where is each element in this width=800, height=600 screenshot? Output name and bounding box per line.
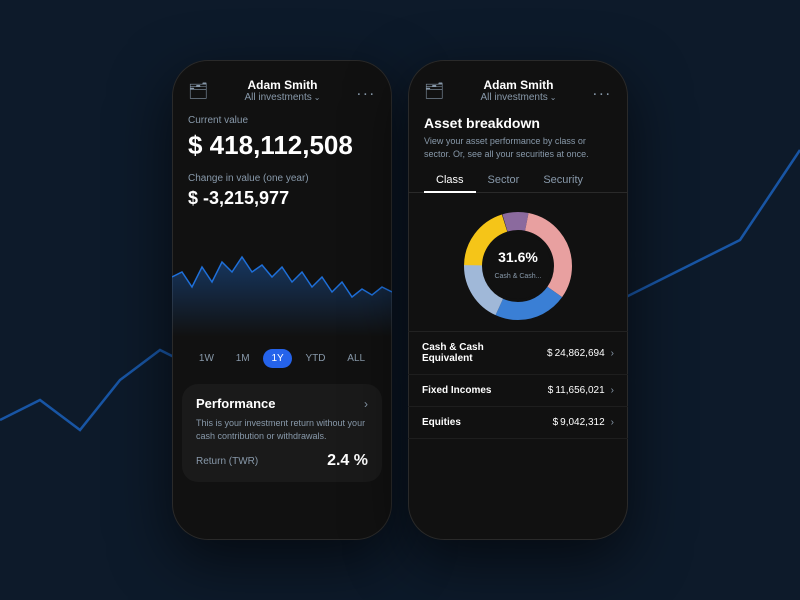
period-1w[interactable]: 1W xyxy=(191,349,222,368)
asset-value-cash: $ 24,862,694 xyxy=(547,348,605,359)
asset-list: Cash & CashEquivalent $ 24,862,694 › Fix… xyxy=(408,331,628,439)
change-label: Change in value (one year) xyxy=(172,169,392,186)
performance-arrow[interactable]: › xyxy=(364,397,368,411)
asset-value-fixed: $ 11,656,021 xyxy=(548,385,605,396)
return-value: 2.4 % xyxy=(327,452,368,470)
return-label: Return (TWR) xyxy=(196,456,258,467)
right-phone-header: 🗂 Adam Smith All investments ⌄ ... xyxy=(408,72,628,111)
right-investments-label: All investments ⌄ xyxy=(481,92,557,103)
left-header-center: Adam Smith All investments ⌄ xyxy=(245,78,321,103)
current-value: $ 418,112,508 xyxy=(172,128,392,169)
portfolio-chart xyxy=(172,217,392,337)
left-phone-header: 🗂 Adam Smith All investments ⌄ ... xyxy=(172,72,392,111)
asset-arrow-cash[interactable]: › xyxy=(611,348,614,359)
period-1y[interactable]: 1Y xyxy=(263,349,291,368)
asset-right-fixed: $ 11,656,021 › xyxy=(548,385,614,396)
asset-item-fixed[interactable]: Fixed Incomes $ 11,656,021 › xyxy=(408,375,628,407)
right-header-center: Adam Smith All investments ⌄ xyxy=(481,78,557,103)
right-user-name: Adam Smith xyxy=(481,78,557,92)
donut-center: 31.6% Cash & Cash... xyxy=(494,249,541,283)
asset-item-equities[interactable]: Equities $ 9,042,312 › xyxy=(408,407,628,439)
wallet-icon: 🗂 xyxy=(188,81,208,101)
donut-chart-container: 31.6% Cash & Cash... xyxy=(408,201,628,331)
performance-card: Performance › This is your investment re… xyxy=(182,384,382,482)
performance-return: Return (TWR) 2.4 % xyxy=(196,452,368,470)
change-value: $ -3,215,977 xyxy=(172,186,392,217)
asset-right-equities: $ 9,042,312 › xyxy=(553,417,614,428)
left-phone: 🗂 Adam Smith All investments ⌄ ... Curre… xyxy=(172,60,392,540)
asset-item-cash[interactable]: Cash & CashEquivalent $ 24,862,694 › xyxy=(408,332,628,375)
asset-name-cash: Cash & CashEquivalent xyxy=(422,342,484,364)
asset-tabs: Class Sector Security xyxy=(408,168,628,193)
right-wallet-icon: 🗂 xyxy=(424,81,444,101)
asset-name-fixed: Fixed Incomes xyxy=(422,385,491,396)
asset-arrow-fixed[interactable]: › xyxy=(611,385,614,396)
current-value-label: Current value xyxy=(172,111,392,128)
period-1m[interactable]: 1M xyxy=(228,349,258,368)
performance-header: Performance › xyxy=(196,396,368,411)
asset-name-equities: Equities xyxy=(422,417,461,428)
donut-percent: 31.6% xyxy=(494,249,541,265)
left-investments-label: All investments ⌄ xyxy=(245,92,321,103)
right-phone: 🗂 Adam Smith All investments ⌄ ... Asset… xyxy=(408,60,628,540)
asset-arrow-equities[interactable]: › xyxy=(611,417,614,428)
left-user-name: Adam Smith xyxy=(245,78,321,92)
performance-title: Performance xyxy=(196,396,275,411)
left-more-button[interactable]: ... xyxy=(357,82,376,100)
asset-right-cash: $ 24,862,694 › xyxy=(547,348,614,359)
asset-value-equities: $ 9,042,312 xyxy=(553,417,605,428)
tab-class[interactable]: Class xyxy=(424,168,476,192)
period-ytd[interactable]: YTD xyxy=(297,349,333,368)
period-all[interactable]: ALL xyxy=(339,349,373,368)
asset-breakdown-title: Asset breakdown xyxy=(408,111,628,133)
performance-description: This is your investment return without y… xyxy=(196,417,368,442)
phones-container: 🗂 Adam Smith All investments ⌄ ... Curre… xyxy=(172,60,628,540)
asset-breakdown-desc: View your asset performance by class or … xyxy=(408,133,628,168)
tab-sector[interactable]: Sector xyxy=(476,168,532,192)
tab-security[interactable]: Security xyxy=(531,168,595,192)
donut-label: Cash & Cash... xyxy=(494,273,541,280)
right-more-button[interactable]: ... xyxy=(593,82,612,100)
time-periods: 1W 1M 1Y YTD ALL xyxy=(172,341,392,376)
